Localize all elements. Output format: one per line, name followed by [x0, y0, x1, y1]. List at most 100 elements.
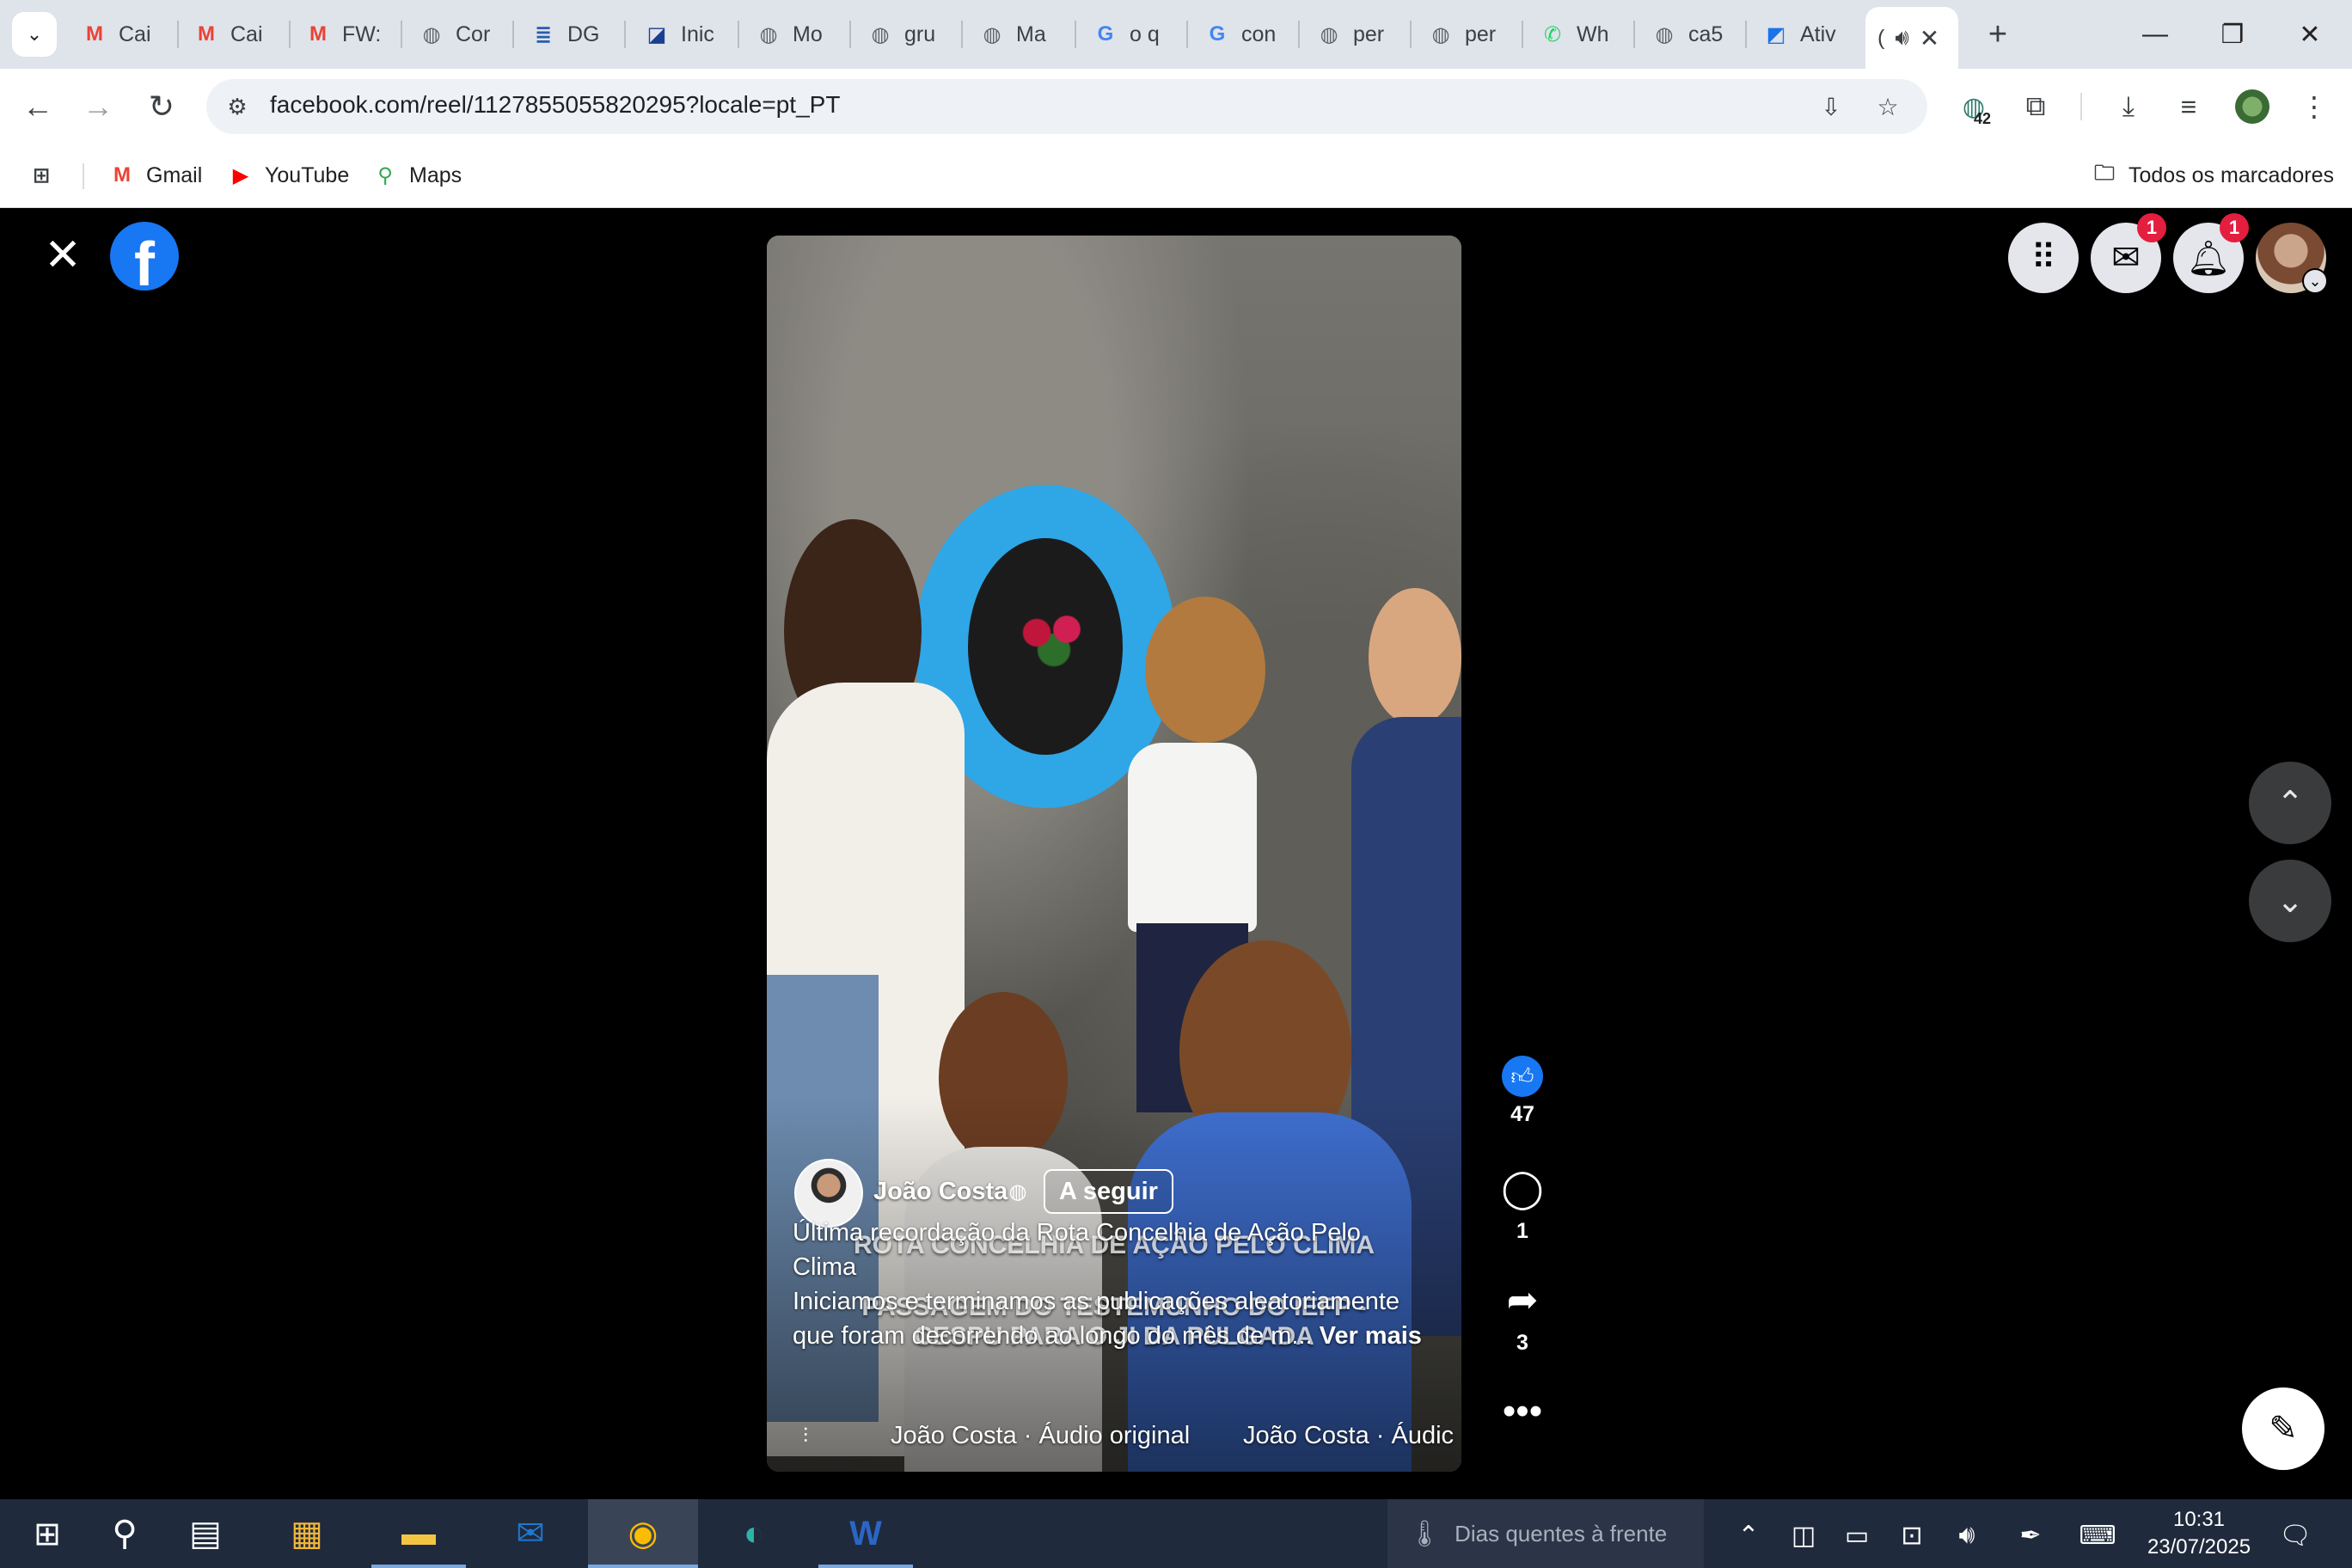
outlook-icon: ✉	[516, 1515, 545, 1553]
close-reel-button[interactable]: ✕	[38, 230, 88, 280]
network-icon: ⊡	[1901, 1521, 1923, 1550]
like-thumb-icon[interactable]: 👍︎	[1502, 1056, 1543, 1097]
battery-button[interactable]: ▭	[1838, 1516, 1876, 1554]
arrow-right-icon: →	[83, 89, 113, 124]
tab[interactable]: M Cai	[186, 10, 297, 58]
globe-icon: ◍	[1008, 1179, 1027, 1204]
like-action[interactable]: 👍︎ 47	[1492, 1050, 1553, 1127]
tab-separator	[1410, 21, 1412, 48]
taskbar: ⊞ ⚲ ▤ ▦ ▬ ✉ ◉ ◐ W 🌡︎ Dias quentes à fren…	[0, 1499, 2352, 1568]
chevron-down-icon[interactable]: ⌄	[2302, 268, 2328, 294]
tab[interactable]: ◪ Inic	[636, 10, 748, 58]
next-reel-button[interactable]: ⌄	[2249, 860, 2331, 942]
address-bar[interactable]: ⚙ facebook.com/reel/1127855055820295?loc…	[206, 79, 1927, 134]
menu-button[interactable]: ⋮	[2294, 86, 2335, 127]
comment-action[interactable]: ◯ 1	[1492, 1162, 1553, 1244]
more-horizontal-icon: •••	[1502, 1390, 1543, 1432]
tab-close-icon[interactable]: ✕	[1920, 24, 1939, 52]
tab[interactable]: Go q	[1085, 10, 1197, 58]
bookmark-youtube[interactable]: ▶ YouTube	[227, 156, 349, 194]
tab[interactable]: ✆ Wh	[1532, 10, 1644, 58]
maps-pin-icon: ⚲	[377, 163, 393, 187]
extension-button[interactable]: ◍ 42	[1953, 86, 1994, 128]
site-icon: ◪	[646, 22, 667, 46]
globe-icon: ◍	[1320, 22, 1338, 46]
reload-button[interactable]: ↻	[139, 84, 184, 129]
author-name[interactable]: João Costa	[873, 1178, 1008, 1206]
tab-search-button[interactable]: ⌄	[12, 12, 57, 57]
tab[interactable]: ◍ ca5	[1644, 10, 1755, 58]
clock[interactable]: 10:31 23/07/2025	[2134, 1506, 2264, 1561]
media-control-button[interactable]: ≡	[2168, 86, 2209, 127]
minimize-button[interactable]: —	[2118, 10, 2192, 58]
tab-separator	[849, 21, 851, 48]
previous-reel-button[interactable]: ⌃	[2249, 762, 2331, 844]
taskbar-chrome[interactable]: ◉	[588, 1499, 698, 1568]
running-indicator	[588, 1565, 698, 1568]
site-settings-icon[interactable]: ⚙	[222, 91, 253, 122]
all-bookmarks[interactable]: 🗀︎ Todos os marcadores	[2091, 156, 2334, 194]
task-view-button[interactable]: ▤	[158, 1499, 253, 1568]
follow-button[interactable]: A seguir	[1044, 1169, 1173, 1214]
weather-widget[interactable]: 🌡︎ Dias quentes à frente	[1387, 1499, 1704, 1568]
puzzle-icon: ⧉	[2025, 90, 2046, 121]
comment-bubble-icon[interactable]: ◯	[1492, 1162, 1553, 1214]
tab-active[interactable]: ( 🔊︎ ✕	[1865, 7, 1958, 69]
taskbar-store[interactable]: ▦	[260, 1499, 354, 1568]
meet-now-button[interactable]: ◫	[1785, 1516, 1822, 1554]
taskbar-edge[interactable]: ◐	[707, 1499, 801, 1568]
taskbar-file-explorer[interactable]: ▬	[371, 1499, 466, 1568]
restore-button[interactable]: ❐	[2196, 10, 2269, 58]
share-action[interactable]: ➦ 3	[1492, 1274, 1553, 1356]
tab[interactable]: ◍ Cor	[411, 10, 523, 58]
bookmark-maps[interactable]: ⚲ Maps	[371, 156, 462, 194]
taskbar-outlook[interactable]: ✉	[483, 1499, 578, 1568]
menu-grid-button[interactable]: ⠿	[2008, 223, 2079, 293]
tab[interactable]: ◍ per	[1420, 10, 1532, 58]
new-tab-button[interactable]: +	[1977, 14, 2018, 55]
taskbar-word[interactable]: W	[818, 1499, 913, 1568]
close-window-button[interactable]: ✕	[2273, 10, 2347, 58]
tab[interactable]: Gcon	[1197, 10, 1308, 58]
more-options-button[interactable]: •••	[1492, 1390, 1553, 1432]
profile-button[interactable]	[2232, 86, 2273, 127]
notifications-center-button[interactable]: 🗨︎	[2276, 1516, 2314, 1554]
facebook-logo[interactable]: f	[110, 222, 179, 291]
tab-separator	[1633, 21, 1635, 48]
touch-keyboard-button[interactable]: ⌨	[2079, 1516, 2116, 1554]
audio-label[interactable]: João Costa · Áudic	[1243, 1422, 1454, 1450]
tab[interactable]: M FW:	[297, 10, 409, 58]
speaker-icon[interactable]: 🔊︎	[1895, 24, 1908, 52]
bookmark-gmail[interactable]: M Gmail	[108, 156, 202, 194]
reel-video[interactable]: ROTA CONCELHIA DE AÇÃO PELO CLIMA PASSAG…	[767, 236, 1461, 1472]
install-app-icon[interactable]: ⇩	[1814, 89, 1848, 124]
forward-button[interactable]: →	[76, 84, 120, 129]
extensions-button[interactable]: ⧉	[2015, 86, 2056, 127]
pen-button[interactable]: ✒	[2012, 1516, 2049, 1554]
tab[interactable]: ◍ Mo	[748, 10, 860, 58]
whatsapp-icon: ✆	[1543, 22, 1562, 46]
volume-button[interactable]: 🔊︎	[1948, 1516, 1986, 1554]
share-arrow-icon[interactable]: ➦	[1492, 1274, 1553, 1326]
gmail-icon: M	[198, 22, 215, 46]
tab[interactable]: ◍ gru	[860, 10, 971, 58]
apps-button[interactable]: ⊞	[28, 156, 55, 194]
bookmark-star-icon[interactable]: ☆	[1871, 89, 1905, 124]
tab[interactable]: ≣ DG	[523, 10, 634, 58]
tab-separator	[177, 21, 179, 48]
tab[interactable]: M Cai	[74, 10, 186, 58]
tab[interactable]: ◍ per	[1308, 10, 1420, 58]
network-button[interactable]: ⊡	[1893, 1516, 1931, 1554]
show-hidden-icons-button[interactable]: ⌃	[1730, 1516, 1767, 1554]
volume-icon: 🔊︎	[1958, 1521, 1975, 1549]
compose-message-button[interactable]: ✎	[2242, 1387, 2324, 1470]
url-text[interactable]: facebook.com/reel/1127855055820295?local…	[270, 91, 840, 119]
tab[interactable]: ◍ Ma	[971, 10, 1083, 58]
edit-icon: ✎	[2269, 1410, 2298, 1448]
downloads-button[interactable]: ⤓	[2108, 86, 2149, 127]
audio-label[interactable]: João Costa · Áudio original	[891, 1422, 1190, 1450]
tab[interactable]: ◩ Ativ	[1755, 10, 1867, 58]
youtube-icon: ▶	[232, 163, 249, 187]
back-button[interactable]: ←	[15, 84, 60, 129]
see-more-link[interactable]: Ver mais	[1320, 1322, 1422, 1350]
